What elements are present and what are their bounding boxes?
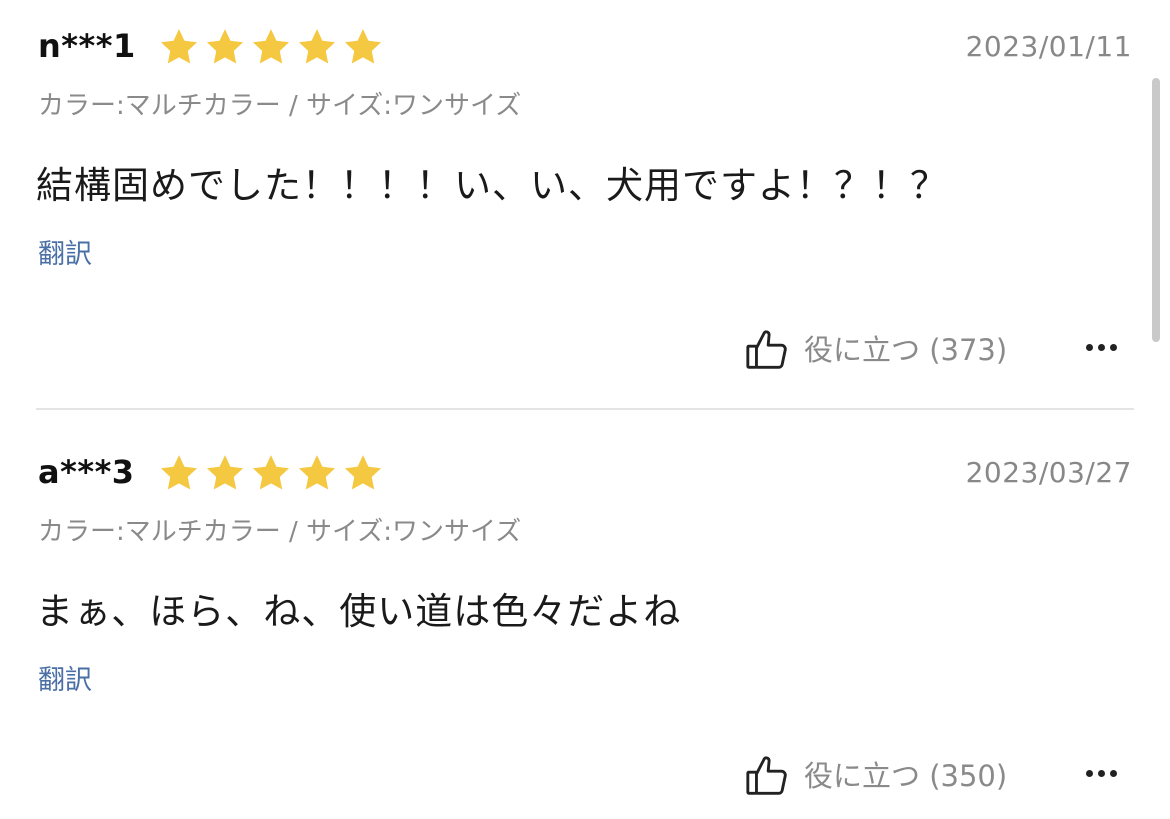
more-options-icon[interactable]	[1086, 344, 1117, 351]
translate-link[interactable]: 翻訳	[38, 665, 92, 697]
thumbs-up-icon	[744, 753, 790, 799]
star-icon	[296, 26, 338, 68]
variant-info: カラー:マルチカラー / サイズ:ワンサイズ	[38, 91, 522, 121]
star-rating	[158, 452, 384, 494]
helpful-label: 役に立つ (373)	[804, 333, 1008, 367]
review-date: 2023/03/27	[965, 456, 1132, 489]
thumbs-up-icon	[744, 327, 790, 373]
star-icon	[296, 452, 338, 494]
divider	[36, 408, 1134, 410]
reviewer-name: n***1	[38, 27, 136, 65]
translate-link[interactable]: 翻訳	[38, 239, 92, 271]
star-icon	[204, 26, 246, 68]
review-date: 2023/01/11	[965, 30, 1132, 63]
reviewer-name: a***3	[38, 453, 135, 491]
review-text: まぁ、ほら、ね、使い道は色々だよね	[36, 590, 682, 633]
star-icon	[342, 452, 384, 494]
variant-info: カラー:マルチカラー / サイズ:ワンサイズ	[38, 517, 522, 547]
star-icon	[250, 26, 292, 68]
star-icon	[158, 452, 200, 494]
review-text: 結構固めでした！！！！い、い、犬用ですよ！？！？	[36, 164, 948, 207]
star-icon	[250, 452, 292, 494]
star-icon	[342, 26, 384, 68]
helpful-label: 役に立つ (350)	[804, 759, 1008, 793]
star-rating	[158, 26, 384, 68]
more-options-icon[interactable]	[1086, 770, 1117, 777]
star-icon	[204, 452, 246, 494]
star-icon	[158, 26, 200, 68]
scrollbar[interactable]	[1152, 78, 1160, 342]
helpful-button[interactable]: 役に立つ (373)	[744, 327, 1007, 373]
helpful-button[interactable]: 役に立つ (350)	[744, 753, 1007, 799]
